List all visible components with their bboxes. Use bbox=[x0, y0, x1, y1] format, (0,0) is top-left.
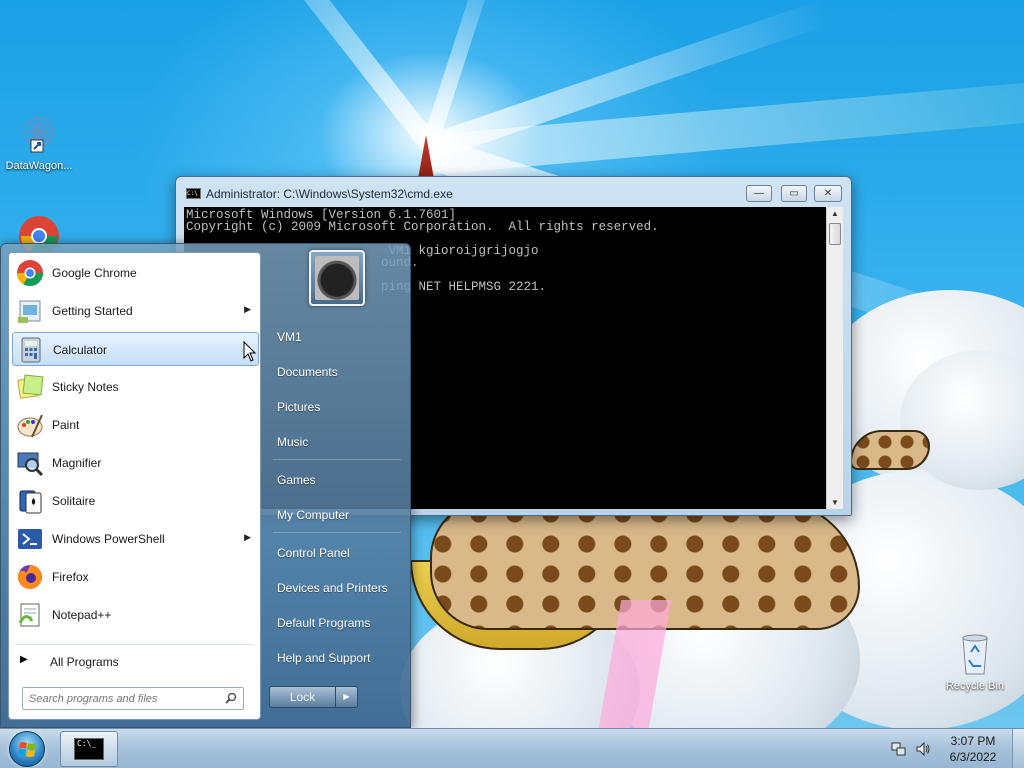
sticky-notes-icon bbox=[16, 373, 44, 401]
paint-icon bbox=[16, 411, 44, 439]
program-label: Google Chrome bbox=[52, 266, 137, 280]
program-item-magnifier[interactable]: Magnifier bbox=[12, 446, 259, 480]
places-item-devices-and-printers[interactable]: Devices and Printers bbox=[271, 575, 403, 601]
program-item-google-chrome[interactable]: Google Chrome bbox=[12, 256, 259, 290]
places-item-label: Pictures bbox=[277, 400, 321, 414]
mouse-cursor-icon bbox=[243, 341, 257, 362]
all-programs-arrow-icon: ▶ bbox=[20, 654, 28, 665]
cmd-app-icon: C:\ bbox=[186, 188, 201, 199]
places-item-pictures[interactable]: Pictures bbox=[271, 394, 403, 420]
taskbar: C:\_ 3:07 PM 6/3/2022 bbox=[0, 728, 1024, 768]
places-item-control-panel[interactable]: Control Panel bbox=[271, 540, 403, 566]
all-programs-button[interactable]: ▶ All Programs bbox=[18, 652, 253, 672]
getting-started-icon bbox=[16, 297, 44, 325]
wallpaper-ray bbox=[428, 78, 1024, 175]
search-input[interactable] bbox=[29, 691, 219, 706]
windows-logo-icon bbox=[9, 731, 45, 767]
cmd-title-bar[interactable]: C:\ Administrator: C:\Windows\System32\c… bbox=[176, 177, 851, 207]
program-item-calculator[interactable]: Calculator bbox=[12, 332, 259, 366]
places-item-label: VM1 bbox=[277, 330, 302, 344]
desktop-icon-label: DataWagon... bbox=[5, 160, 73, 172]
divider bbox=[273, 532, 401, 533]
close-button[interactable]: ✕ bbox=[814, 185, 842, 202]
places-item-label: Documents bbox=[277, 365, 338, 379]
places-item-label: Devices and Printers bbox=[277, 581, 388, 595]
places-item-default-programs[interactable]: Default Programs bbox=[271, 610, 403, 636]
submenu-arrow-icon[interactable]: ▶ bbox=[244, 532, 251, 543]
program-item-solitaire[interactable]: Solitaire bbox=[12, 484, 259, 518]
divider bbox=[273, 459, 401, 460]
places-item-documents[interactable]: Documents bbox=[271, 359, 403, 385]
places-item-help-and-support[interactable]: Help and Support bbox=[271, 645, 403, 671]
program-item-firefox[interactable]: Firefox bbox=[12, 560, 259, 594]
program-label: Solitaire bbox=[52, 494, 96, 508]
network-icon[interactable] bbox=[891, 741, 907, 757]
program-label: Notepad++ bbox=[52, 608, 112, 622]
cmd-taskbar-icon: C:\_ bbox=[74, 738, 104, 760]
taskbar-cmd-button[interactable]: C:\_ bbox=[60, 731, 118, 767]
solitaire-icon bbox=[16, 487, 44, 515]
recycle-bin-icon bbox=[953, 632, 997, 676]
search-icon[interactable] bbox=[225, 692, 237, 704]
program-item-windows-powershell[interactable]: Windows PowerShell ▶ bbox=[12, 522, 259, 556]
program-label: Paint bbox=[52, 418, 80, 432]
desktop-icon-label: Recycle Bin bbox=[945, 680, 1005, 692]
program-label: Calculator bbox=[53, 343, 108, 357]
program-label: Sticky Notes bbox=[52, 380, 119, 394]
program-label: Windows PowerShell bbox=[52, 532, 165, 546]
places-item-music[interactable]: Music bbox=[271, 429, 403, 455]
places-item-label: My Computer bbox=[277, 508, 350, 522]
divider bbox=[15, 644, 254, 645]
places-item-label: Help and Support bbox=[277, 651, 371, 665]
wallpaper-turtle-flipper bbox=[850, 430, 930, 470]
volume-icon[interactable] bbox=[915, 741, 931, 757]
desktop-icon-recycle-bin[interactable]: Recycle Bin bbox=[937, 632, 1013, 692]
clock-time: 3:07 PM bbox=[950, 734, 996, 748]
search-programs-box[interactable] bbox=[22, 687, 244, 710]
places-item-label: Control Panel bbox=[277, 546, 350, 560]
firefox-icon bbox=[16, 563, 44, 591]
places-item-label: Games bbox=[277, 473, 316, 487]
powershell-icon bbox=[16, 525, 44, 553]
maximize-button[interactable]: ▭ bbox=[781, 185, 807, 202]
program-item-notepad[interactable]: Notepad++ bbox=[12, 598, 259, 632]
cmd-window-title: Administrator: C:\Windows\System32\cmd.e… bbox=[206, 187, 453, 201]
all-programs-label: All Programs bbox=[50, 655, 119, 669]
start-menu: Google Chrome Getting Started ▶ Calculator S… bbox=[0, 243, 411, 728]
console-scrollbar[interactable]: ▲ ▼ bbox=[826, 207, 843, 509]
start-button[interactable] bbox=[4, 729, 50, 768]
show-desktop-button[interactable] bbox=[1012, 729, 1024, 768]
program-item-paint[interactable]: Paint bbox=[12, 408, 259, 442]
scroll-thumb[interactable] bbox=[829, 223, 841, 245]
scroll-down-arrow-icon[interactable]: ▼ bbox=[831, 498, 839, 507]
wallpaper-ray bbox=[237, 0, 438, 152]
shutdown-options-arrow-icon[interactable]: ▶ bbox=[336, 686, 358, 708]
program-item-getting-started[interactable]: Getting Started ▶ bbox=[12, 294, 259, 328]
scroll-up-arrow-icon[interactable]: ▲ bbox=[831, 209, 839, 218]
program-label: Magnifier bbox=[52, 456, 102, 470]
program-label: Getting Started bbox=[52, 304, 133, 318]
calculator-icon bbox=[17, 336, 45, 364]
minimize-button[interactable]: — bbox=[746, 185, 772, 202]
submenu-arrow-icon[interactable]: ▶ bbox=[244, 304, 251, 315]
start-menu-programs-pane: Google Chrome Getting Started ▶ Calculator S… bbox=[8, 252, 261, 720]
system-tray: 3:07 PM 6/3/2022 bbox=[885, 729, 1024, 768]
clock[interactable]: 3:07 PM 6/3/2022 bbox=[943, 733, 1003, 765]
chrome-icon bbox=[16, 259, 44, 287]
program-label: Firefox bbox=[52, 570, 89, 584]
places-item-label: Default Programs bbox=[277, 616, 371, 630]
lock-button[interactable]: Lock bbox=[269, 686, 336, 708]
notepadplusplus-icon bbox=[16, 601, 44, 629]
start-menu-places-pane: VM1 Documents Pictures Music Games My Compute… bbox=[263, 244, 411, 729]
datawagon-shortcut-icon bbox=[17, 112, 61, 156]
user-picture-avatar[interactable] bbox=[309, 250, 365, 306]
clock-date: 6/3/2022 bbox=[949, 750, 997, 764]
places-item-my-computer[interactable]: My Computer bbox=[271, 502, 403, 528]
program-item-sticky-notes[interactable]: Sticky Notes bbox=[12, 370, 259, 404]
places-item-games[interactable]: Games bbox=[271, 467, 403, 493]
magnifier-icon bbox=[16, 449, 44, 477]
places-item-vm1[interactable]: VM1 bbox=[271, 324, 403, 350]
places-item-label: Music bbox=[277, 435, 309, 449]
desktop-icon-datawagon[interactable]: DataWagon... bbox=[1, 112, 77, 172]
